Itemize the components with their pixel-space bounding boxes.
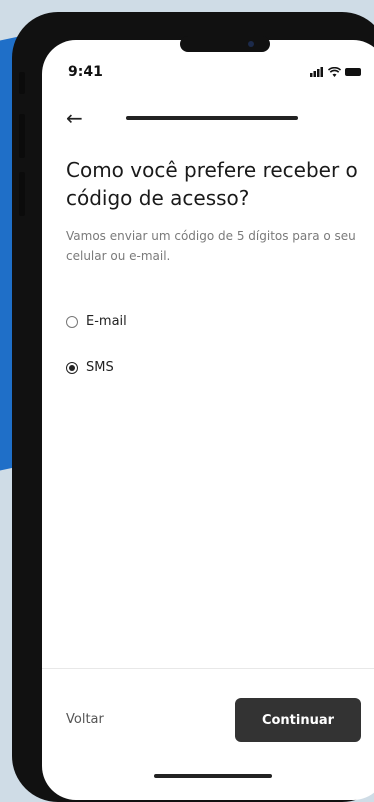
side-button-volume-down [19, 172, 25, 216]
progress-bar-fill [126, 116, 298, 120]
phone-screen: 9:41 ← Como você prefere receber o códig… [42, 40, 374, 800]
signal-icon [310, 67, 323, 77]
page-subtitle: Vamos enviar um código de 5 dígitos para… [66, 229, 356, 263]
status-bar: 9:41 [42, 60, 374, 84]
status-icons [310, 67, 361, 77]
option-sms-label: SMS [86, 360, 114, 375]
battery-icon [345, 68, 361, 76]
side-button-volume-up [19, 114, 25, 158]
continue-button[interactable]: Continuar [235, 698, 361, 742]
side-button-mute [19, 72, 25, 94]
page-title: Como você prefere receber o código de ac… [66, 158, 358, 210]
camera-dot [248, 41, 254, 47]
footer-divider [42, 668, 374, 669]
radio-sms[interactable] [66, 361, 78, 374]
nav-row: ← [66, 104, 363, 132]
wifi-icon [328, 67, 341, 77]
back-link[interactable]: Voltar [66, 712, 104, 727]
option-email[interactable]: E-mail [66, 314, 127, 329]
status-time: 9:41 [68, 64, 103, 80]
phone-frame: 9:41 ← Como você prefere receber o códig… [12, 12, 374, 802]
progress-bar [126, 116, 298, 120]
back-arrow-icon[interactable]: ← [66, 106, 83, 130]
home-indicator [154, 774, 272, 778]
radio-email[interactable] [66, 315, 78, 328]
option-email-label: E-mail [86, 314, 127, 329]
camera-notch [180, 36, 270, 52]
option-sms[interactable]: SMS [66, 360, 114, 375]
